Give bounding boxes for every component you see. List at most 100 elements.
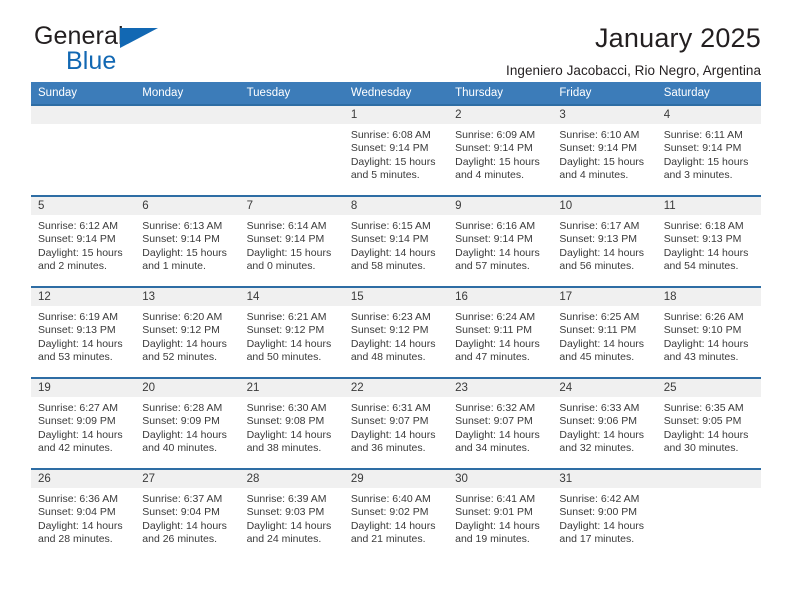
sunset-text: Sunset: 9:08 PM [246,415,325,428]
sunrise-text: Sunrise: 6:12 AM [38,220,118,232]
generalblue-logo: General Blue [34,24,264,76]
day-details: Sunrise: 6:10 AM Sunset: 9:14 PM Daylight:… [552,124,656,183]
daylight-text: Daylight: 14 hours and 21 minutes. [350,519,436,546]
day-number: 24 [552,379,657,397]
day-details: Sunrise: 6:32 AM Sunset: 9:07 PM Daylight:… [448,397,552,456]
day-details: Sunrise: 6:35 AM Sunset: 9:05 PM Daylight:… [657,397,761,456]
sunrise-text: Sunrise: 6:14 AM [246,220,327,232]
weekday-header-monday: Monday [135,82,240,105]
daylight-text: Daylight: 15 hours and 4 minutes. [559,155,645,182]
calendar-day-cell[interactable]: 29 Sunrise: 6:40 AM Sunset: 9:02 PM Dayligh… [343,468,449,559]
daylight-text: Daylight: 14 hours and 24 minutes. [246,519,332,546]
sunrise-text: Sunrise: 6:24 AM [455,311,536,323]
day-cell-inner: 6 Sunrise: 6:13 AM Sunset: 9:14 PM Daylight… [135,197,240,284]
weekday-header-tuesday: Tuesday [239,82,344,105]
day-details: Sunrise: 6:26 AM Sunset: 9:10 PM Daylight:… [657,306,761,365]
sunrise-text: Sunrise: 6:42 AM [559,493,640,505]
calendar-day-cell[interactable]: 13 Sunrise: 6:20 AM Sunset: 9:12 PM Dayligh… [135,286,240,378]
calendar-day-cell[interactable]: 6 Sunrise: 6:13 AM Sunset: 9:14 PM Daylight… [135,195,240,287]
day-number: 11 [656,197,761,215]
calendar-day-cell[interactable]: 11 Sunrise: 6:18 AM Sunset: 9:13 PM Dayligh… [656,195,761,287]
calendar-day-cell[interactable]: 4 Sunrise: 6:11 AM Sunset: 9:14 PM Daylight… [656,104,761,196]
day-cell-inner [239,106,344,193]
day-cell-inner: 10 Sunrise: 6:17 AM Sunset: 9:13 PM Dayligh… [552,197,657,284]
day-number: 5 [31,197,136,215]
daylight-text: Daylight: 14 hours and 26 minutes. [142,519,227,546]
calendar-day-cell[interactable]: 22 Sunrise: 6:31 AM Sunset: 9:07 PM Dayligh… [343,377,449,469]
calendar-day-cell[interactable]: 26 Sunrise: 6:36 AM Sunset: 9:04 PM Dayligh… [31,468,136,559]
sunrise-text: Sunrise: 6:20 AM [142,311,223,323]
day-number: 2 [448,106,553,124]
day-details: Sunrise: 6:12 AM Sunset: 9:14 PM Daylight:… [31,215,135,274]
day-number: 27 [135,470,240,488]
title-block: January 2025 Ingeniero Jacobacci, Rio Ne… [506,23,761,78]
calendar-day-cell[interactable]: 3 Sunrise: 6:10 AM Sunset: 9:14 PM Daylight… [552,104,657,196]
sunset-text: Sunset: 9:01 PM [455,506,533,519]
day-cell-inner: 30 Sunrise: 6:41 AM Sunset: 9:01 PM Dayligh… [448,470,553,557]
day-details: Sunrise: 6:25 AM Sunset: 9:11 PM Daylight:… [552,306,656,365]
calendar-day-cell[interactable]: 5 Sunrise: 6:12 AM Sunset: 9:14 PM Daylight… [31,195,136,287]
calendar-day-cell[interactable]: 31 Sunrise: 6:42 AM Sunset: 9:00 PM Dayligh… [552,468,657,559]
day-cell-inner: 1 Sunrise: 6:08 AM Sunset: 9:14 PM Daylight… [343,106,449,193]
calendar-day-cell[interactable]: 24 Sunrise: 6:33 AM Sunset: 9:06 PM Dayligh… [552,377,657,469]
sunrise-text: Sunrise: 6:23 AM [350,311,431,323]
calendar-day-cell[interactable]: 15 Sunrise: 6:23 AM Sunset: 9:12 PM Dayligh… [343,286,449,378]
day-details: Sunrise: 6:24 AM Sunset: 9:11 PM Daylight:… [448,306,552,365]
daylight-text: Daylight: 14 hours and 28 minutes. [38,519,123,546]
daylight-text: Daylight: 14 hours and 56 minutes. [559,246,645,273]
day-number: 6 [135,197,240,215]
sunrise-text: Sunrise: 6:36 AM [38,493,118,505]
calendar-day-cell[interactable]: 1 Sunrise: 6:08 AM Sunset: 9:14 PM Daylight… [343,104,449,196]
calendar-day-cell[interactable]: 17 Sunrise: 6:25 AM Sunset: 9:11 PM Dayligh… [552,286,657,378]
calendar-day-cell[interactable]: 27 Sunrise: 6:37 AM Sunset: 9:04 PM Dayligh… [135,468,240,559]
calendar-day-cell[interactable]: 30 Sunrise: 6:41 AM Sunset: 9:01 PM Dayligh… [448,468,553,559]
calendar-day-cell[interactable]: 23 Sunrise: 6:32 AM Sunset: 9:07 PM Dayligh… [448,377,553,469]
calendar-day-cell[interactable]: 28 Sunrise: 6:39 AM Sunset: 9:03 PM Dayligh… [239,468,344,559]
day-cell-inner: 4 Sunrise: 6:11 AM Sunset: 9:14 PM Daylight… [656,106,761,193]
day-number: 17 [552,288,657,306]
day-cell-inner: 20 Sunrise: 6:28 AM Sunset: 9:09 PM Dayligh… [135,379,240,466]
day-number: 16 [448,288,553,306]
calendar-page: General Blue January 2025 Ingeniero Jaco… [0,0,792,612]
day-number: 21 [239,379,344,397]
day-number: 12 [31,288,136,306]
calendar-day-cell[interactable]: 12 Sunrise: 6:19 AM Sunset: 9:13 PM Dayligh… [31,286,136,378]
day-cell-inner: 22 Sunrise: 6:31 AM Sunset: 9:07 PM Dayligh… [343,379,449,466]
calendar-day-cell[interactable]: 10 Sunrise: 6:17 AM Sunset: 9:13 PM Dayligh… [552,195,657,287]
day-cell-inner: 17 Sunrise: 6:25 AM Sunset: 9:11 PM Dayligh… [552,288,657,375]
location-subtitle: Ingeniero Jacobacci, Rio Negro, Argentin… [506,62,761,78]
day-cell-inner: 29 Sunrise: 6:40 AM Sunset: 9:02 PM Dayligh… [343,470,449,557]
sunset-text: Sunset: 9:09 PM [38,415,116,428]
sunset-text: Sunset: 9:06 PM [559,415,638,428]
logo-text-general: General [34,22,124,50]
day-number: 19 [31,379,136,397]
calendar-week-row: 19 Sunrise: 6:27 AM Sunset: 9:09 PM Dayligh… [31,377,761,469]
calendar-day-cell[interactable]: 9 Sunrise: 6:16 AM Sunset: 9:14 PM Daylight… [448,195,553,287]
day-cell-inner: 12 Sunrise: 6:19 AM Sunset: 9:13 PM Dayligh… [31,288,136,375]
calendar-day-cell[interactable]: 20 Sunrise: 6:28 AM Sunset: 9:09 PM Dayligh… [135,377,240,469]
calendar-day-cell[interactable]: 8 Sunrise: 6:15 AM Sunset: 9:14 PM Daylight… [343,195,449,287]
calendar-week-row: 1 Sunrise: 6:08 AM Sunset: 9:14 PM Daylight… [31,104,761,196]
sunset-text: Sunset: 9:03 PM [246,506,325,519]
calendar-day-cell[interactable]: 2 Sunrise: 6:09 AM Sunset: 9:14 PM Daylight… [448,104,553,196]
calendar-day-cell[interactable]: 14 Sunrise: 6:21 AM Sunset: 9:12 PM Dayligh… [239,286,344,378]
calendar-day-cell[interactable]: 16 Sunrise: 6:24 AM Sunset: 9:11 PM Dayligh… [448,286,553,378]
daylight-text: Daylight: 14 hours and 40 minutes. [142,428,227,455]
calendar-day-cell[interactable]: 25 Sunrise: 6:35 AM Sunset: 9:05 PM Dayligh… [656,377,761,469]
day-details: Sunrise: 6:41 AM Sunset: 9:01 PM Daylight:… [448,488,552,547]
calendar-day-cell[interactable]: 7 Sunrise: 6:14 AM Sunset: 9:14 PM Daylight… [239,195,344,287]
calendar-day-cell[interactable]: 21 Sunrise: 6:30 AM Sunset: 9:08 PM Dayligh… [239,377,344,469]
sunset-text: Sunset: 9:13 PM [559,233,638,246]
sunrise-text: Sunrise: 6:28 AM [142,402,223,414]
day-details: Sunrise: 6:30 AM Sunset: 9:08 PM Daylight:… [240,397,344,456]
calendar-day-cell[interactable]: 18 Sunrise: 6:26 AM Sunset: 9:10 PM Dayligh… [656,286,761,378]
daylight-text: Daylight: 15 hours and 3 minutes. [663,155,749,182]
daylight-text: Daylight: 14 hours and 58 minutes. [350,246,436,273]
daylight-text: Daylight: 14 hours and 48 minutes. [350,337,436,364]
day-number: 15 [343,288,449,306]
day-cell-inner: 28 Sunrise: 6:39 AM Sunset: 9:03 PM Dayligh… [239,470,344,557]
sunset-text: Sunset: 9:13 PM [38,324,116,337]
calendar-day-cell[interactable]: 19 Sunrise: 6:27 AM Sunset: 9:09 PM Dayligh… [31,377,136,469]
sunrise-text: Sunrise: 6:39 AM [246,493,327,505]
daylight-text: Daylight: 14 hours and 52 minutes. [142,337,227,364]
